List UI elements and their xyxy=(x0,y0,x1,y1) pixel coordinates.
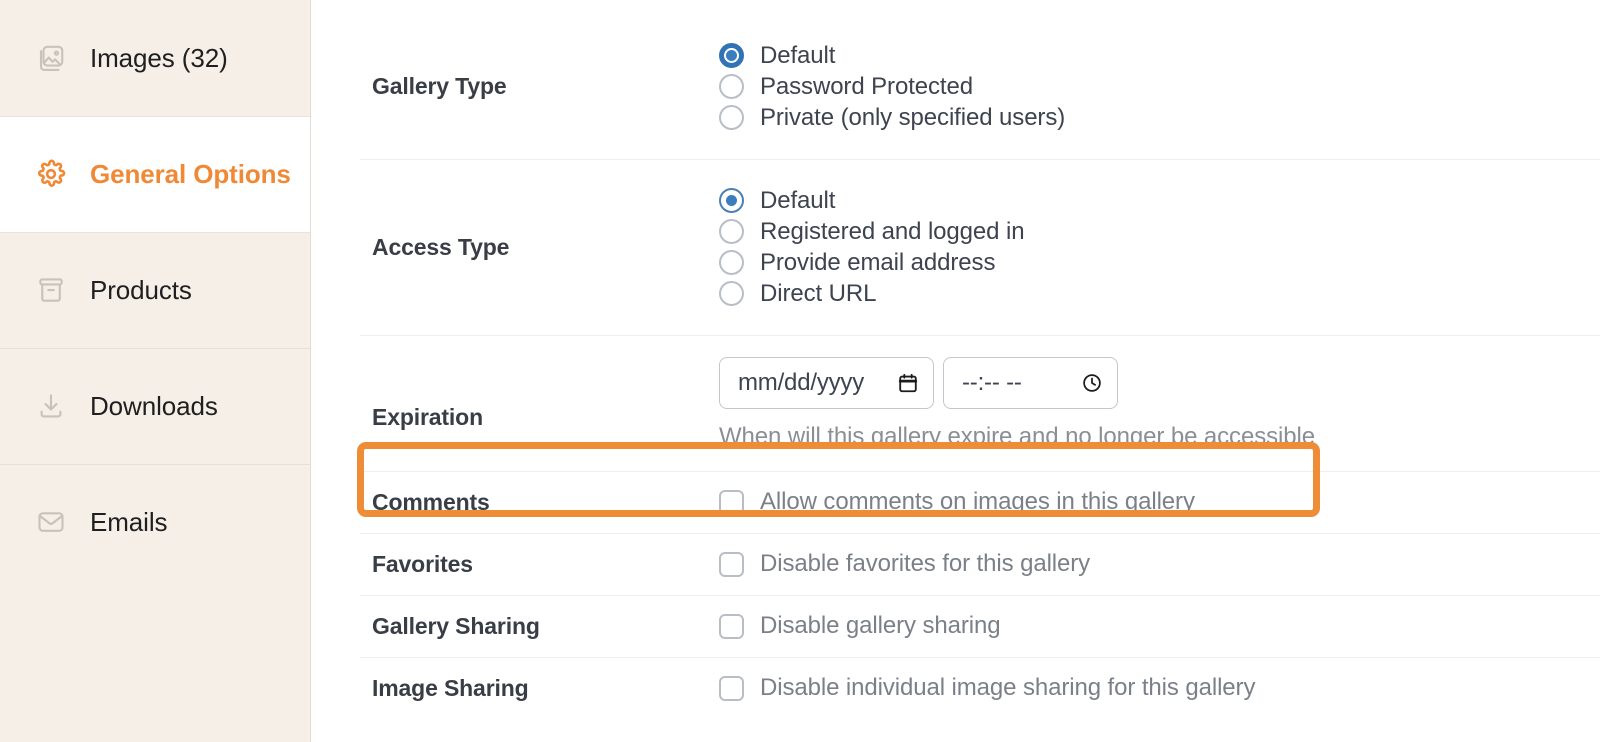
checkbox-label: Allow comments on images in this gallery xyxy=(760,488,1195,516)
radio-label: Default xyxy=(760,42,835,70)
access-type-label: Access Type xyxy=(372,234,719,261)
field-row-favorites: Favorites Disable favorites for this gal… xyxy=(311,533,1600,595)
radio-indicator[interactable] xyxy=(719,250,744,275)
gallery-type-label: Gallery Type xyxy=(372,73,719,100)
gallery-type-radio-group: Default Password Protected Private (only… xyxy=(719,40,1600,133)
field-row-image-sharing: Image Sharing Disable individual image s… xyxy=(311,657,1600,719)
gallery-sharing-label: Gallery Sharing xyxy=(372,613,719,640)
checkbox-option-disable-favorites[interactable]: Disable favorites for this gallery xyxy=(719,550,1600,578)
radio-option-access-type-direct-url[interactable]: Direct URL xyxy=(719,278,1600,309)
expiration-inputs: mm/dd/yyyy --:-- -- xyxy=(719,357,1600,409)
radio-label: Provide email address xyxy=(760,249,995,277)
gallery-sharing-control: Disable gallery sharing xyxy=(719,612,1600,640)
sidebar-item-label: Emails xyxy=(90,507,167,538)
sidebar-item-emails[interactable]: Emails xyxy=(0,464,310,580)
calendar-icon[interactable] xyxy=(897,372,919,394)
checkbox-option-allow-comments[interactable]: Allow comments on images in this gallery xyxy=(719,488,1600,516)
time-placeholder-text: --:-- -- xyxy=(962,369,1022,397)
clock-icon[interactable] xyxy=(1081,372,1103,394)
radio-option-gallery-type-private[interactable]: Private (only specified users) xyxy=(719,102,1600,133)
radio-label: Registered and logged in xyxy=(760,218,1024,246)
image-sharing-label: Image Sharing xyxy=(372,675,719,702)
sidebar-item-images[interactable]: Images (32) xyxy=(0,0,310,116)
box-icon xyxy=(34,273,68,307)
checkbox-label: Disable favorites for this gallery xyxy=(760,550,1090,578)
favorites-control: Disable favorites for this gallery xyxy=(719,550,1600,578)
expiration-controls: mm/dd/yyyy --:-- -- xyxy=(719,357,1600,451)
radio-label: Private (only specified users) xyxy=(760,104,1065,132)
checkbox-indicator[interactable] xyxy=(719,676,744,701)
radio-option-access-type-registered[interactable]: Registered and logged in xyxy=(719,216,1600,247)
expiration-label: Expiration xyxy=(372,378,719,431)
radio-option-gallery-type-password-protected[interactable]: Password Protected xyxy=(719,71,1600,102)
radio-label: Direct URL xyxy=(760,280,876,308)
field-row-comments: Comments Allow comments on images in thi… xyxy=(311,471,1600,533)
field-row-expiration: Expiration mm/dd/yyyy xyxy=(311,335,1600,471)
radio-indicator[interactable] xyxy=(719,188,744,213)
image-sharing-control: Disable individual image sharing for thi… xyxy=(719,674,1600,702)
sidebar-item-label: Images (32) xyxy=(90,43,228,74)
favorites-label: Favorites xyxy=(372,551,719,578)
sidebar-item-label: Downloads xyxy=(90,391,218,422)
envelope-icon xyxy=(34,505,68,539)
sidebar-item-general-options[interactable]: General Options xyxy=(0,116,310,232)
checkbox-option-disable-image-sharing[interactable]: Disable individual image sharing for thi… xyxy=(719,674,1600,702)
radio-label: Default xyxy=(760,187,835,215)
radio-option-gallery-type-default[interactable]: Default xyxy=(719,40,1600,71)
checkbox-option-disable-gallery-sharing[interactable]: Disable gallery sharing xyxy=(719,612,1600,640)
checkbox-label: Disable gallery sharing xyxy=(760,612,1001,640)
settings-page: Images (32) General Options Products xyxy=(0,0,1600,742)
radio-option-access-type-default[interactable]: Default xyxy=(719,185,1600,216)
access-type-radio-group: Default Registered and logged in Provide… xyxy=(719,185,1600,309)
checkbox-indicator[interactable] xyxy=(719,614,744,639)
download-icon xyxy=(34,389,68,423)
comments-control: Allow comments on images in this gallery xyxy=(719,488,1600,516)
sidebar-item-label: General Options xyxy=(90,159,291,190)
gear-icon xyxy=(34,157,68,191)
expiration-time-input[interactable]: --:-- -- xyxy=(943,357,1118,409)
sidebar-item-products[interactable]: Products xyxy=(0,232,310,348)
checkbox-indicator[interactable] xyxy=(719,490,744,515)
radio-indicator[interactable] xyxy=(719,219,744,244)
settings-form: Gallery Type Default Password Protected … xyxy=(311,0,1600,719)
radio-indicator[interactable] xyxy=(719,43,744,68)
radio-indicator[interactable] xyxy=(719,281,744,306)
comments-label: Comments xyxy=(372,489,719,516)
radio-option-access-type-email[interactable]: Provide email address xyxy=(719,247,1600,278)
radio-indicator[interactable] xyxy=(719,105,744,130)
general-options-panel: Gallery Type Default Password Protected … xyxy=(311,0,1600,742)
expiration-date-input[interactable]: mm/dd/yyyy xyxy=(719,357,934,409)
sidebar-item-label: Products xyxy=(90,275,192,306)
radio-label: Password Protected xyxy=(760,73,973,101)
expiration-help-text: When will this gallery expire and no lon… xyxy=(719,423,1600,451)
date-placeholder-text: mm/dd/yyyy xyxy=(738,369,864,397)
field-row-gallery-type: Gallery Type Default Password Protected … xyxy=(311,14,1600,159)
field-row-access-type: Access Type Default Registered and logge… xyxy=(311,159,1600,335)
checkbox-indicator[interactable] xyxy=(719,552,744,577)
sidebar: Images (32) General Options Products xyxy=(0,0,311,742)
images-icon xyxy=(34,41,68,75)
checkbox-label: Disable individual image sharing for thi… xyxy=(760,674,1255,702)
radio-indicator[interactable] xyxy=(719,74,744,99)
sidebar-item-downloads[interactable]: Downloads xyxy=(0,348,310,464)
field-row-gallery-sharing: Gallery Sharing Disable gallery sharing xyxy=(311,595,1600,657)
